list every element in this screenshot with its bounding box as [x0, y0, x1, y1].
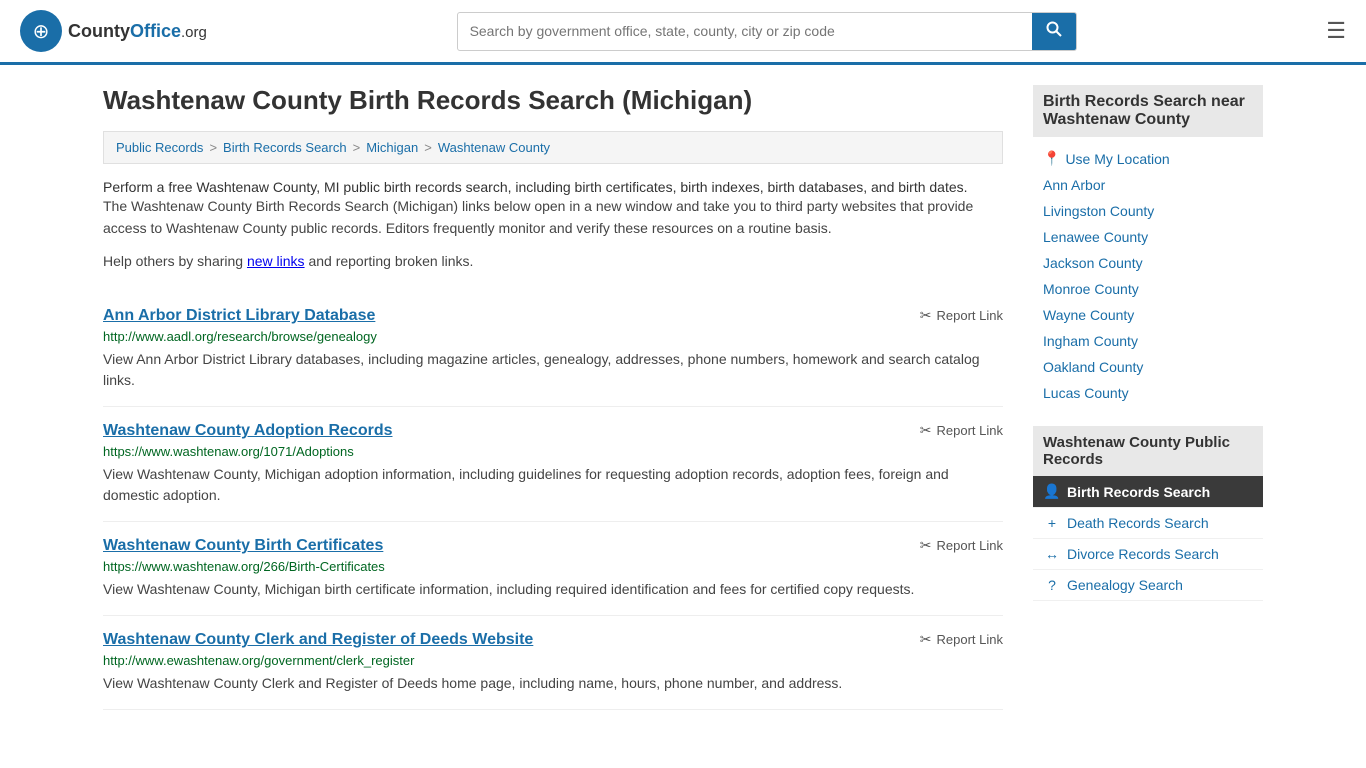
result-desc-1: View Washtenaw County, Michigan adoption… [103, 464, 1003, 506]
result-item: Washtenaw County Birth Certificates ✂ Re… [103, 522, 1003, 616]
result-title-2[interactable]: Washtenaw County Birth Certificates [103, 537, 383, 555]
public-item-label-2: Divorce Records Search [1067, 546, 1219, 562]
result-desc-2: View Washtenaw County, Michigan birth ce… [103, 579, 1003, 600]
help-text-suffix: and reporting broken links. [305, 253, 474, 269]
intro-paragraph-1: Perform a free Washtenaw County, MI publ… [103, 179, 1003, 195]
sidebar-nearby-link-0[interactable]: Ann Arbor [1033, 172, 1263, 198]
breadcrumb-public-records[interactable]: Public Records [116, 140, 203, 155]
sidebar-nearby-link-6[interactable]: Ingham County [1033, 328, 1263, 354]
sidebar-nearby-link-5[interactable]: Wayne County [1033, 302, 1263, 328]
sidebar-nearby-link-1[interactable]: Livingston County [1033, 198, 1263, 224]
report-icon-2: ✂ [920, 537, 932, 554]
sidebar-nearby-link-4[interactable]: Monroe County [1033, 276, 1263, 302]
sidebar-public-item-0[interactable]: 👤 Birth Records Search [1033, 476, 1263, 508]
public-records-list: 👤 Birth Records Search + Death Records Sear… [1033, 476, 1263, 601]
result-item: Washtenaw County Adoption Records ✂ Repo… [103, 407, 1003, 522]
breadcrumb-sep-2: > [353, 140, 361, 155]
breadcrumb-washtenaw[interactable]: Washtenaw County [438, 140, 550, 155]
report-icon-0: ✂ [920, 307, 932, 324]
public-item-icon-1: + [1043, 515, 1061, 531]
breadcrumb-michigan[interactable]: Michigan [366, 140, 418, 155]
result-title-0[interactable]: Ann Arbor District Library Database [103, 307, 375, 325]
public-item-label-0: Birth Records Search [1067, 484, 1210, 500]
result-header: Washtenaw County Clerk and Register of D… [103, 631, 1003, 649]
new-links-link[interactable]: new links [247, 253, 305, 269]
report-icon-3: ✂ [920, 631, 932, 648]
search-button[interactable] [1032, 13, 1076, 50]
breadcrumb-birth-records[interactable]: Birth Records Search [223, 140, 347, 155]
main-content: Washtenaw County Birth Records Search (M… [103, 85, 1003, 710]
header: ⊕ CountyOffice.org ☰ [0, 0, 1366, 65]
result-header: Washtenaw County Adoption Records ✂ Repo… [103, 422, 1003, 440]
result-url-2[interactable]: https://www.washtenaw.org/266/Birth-Cert… [103, 559, 1003, 574]
sidebar-public-records-heading: Washtenaw County Public Records [1033, 426, 1263, 476]
report-label-3: Report Link [937, 632, 1003, 647]
breadcrumb-sep-3: > [424, 140, 432, 155]
menu-icon[interactable]: ☰ [1326, 18, 1346, 44]
sidebar-public-records-section: Washtenaw County Public Records 👤 Birth R… [1033, 426, 1263, 601]
results-list: Ann Arbor District Library Database ✂ Re… [103, 292, 1003, 710]
public-item-label-3: Genealogy Search [1067, 577, 1183, 593]
sidebar-nearby-link-7[interactable]: Oakland County [1033, 354, 1263, 380]
result-title-1[interactable]: Washtenaw County Adoption Records [103, 422, 392, 440]
sidebar: Birth Records Search near Washtenaw Coun… [1033, 85, 1263, 710]
report-link-2[interactable]: ✂ Report Link [920, 537, 1003, 554]
help-paragraph: Help others by sharing new links and rep… [103, 250, 1003, 272]
report-link-3[interactable]: ✂ Report Link [920, 631, 1003, 648]
public-item-icon-3: ? [1043, 577, 1061, 593]
sidebar-nearby-link-2[interactable]: Lenawee County [1033, 224, 1263, 250]
nearby-links-list: Ann ArborLivingston CountyLenawee County… [1033, 172, 1263, 406]
sidebar-public-item-3[interactable]: ? Genealogy Search [1033, 570, 1263, 601]
report-label-1: Report Link [937, 423, 1003, 438]
logo-icon: ⊕ [20, 10, 62, 52]
public-item-icon-2: ↔ [1043, 546, 1061, 562]
location-icon: 📍 [1043, 150, 1060, 167]
result-desc-3: View Washtenaw County Clerk and Register… [103, 673, 1003, 694]
sidebar-nearby-link-8[interactable]: Lucas County [1033, 380, 1263, 406]
result-item: Ann Arbor District Library Database ✂ Re… [103, 292, 1003, 407]
content-wrapper: Washtenaw County Birth Records Search (M… [83, 65, 1283, 730]
result-url-3[interactable]: http://www.ewashtenaw.org/government/cle… [103, 653, 1003, 668]
result-header: Ann Arbor District Library Database ✂ Re… [103, 307, 1003, 325]
page-title: Washtenaw County Birth Records Search (M… [103, 85, 1003, 116]
result-title-3[interactable]: Washtenaw County Clerk and Register of D… [103, 631, 533, 649]
public-item-label-1: Death Records Search [1067, 515, 1209, 531]
intro-paragraph-2: The Washtenaw County Birth Records Searc… [103, 195, 1003, 240]
breadcrumb-sep-1: > [209, 140, 217, 155]
result-item: Washtenaw County Clerk and Register of D… [103, 616, 1003, 710]
help-text-prefix: Help others by sharing [103, 253, 247, 269]
result-url-1[interactable]: https://www.washtenaw.org/1071/Adoptions [103, 444, 1003, 459]
use-location-label: Use My Location [1065, 151, 1169, 167]
search-input[interactable] [458, 15, 1032, 47]
report-link-0[interactable]: ✂ Report Link [920, 307, 1003, 324]
sidebar-public-item-1[interactable]: + Death Records Search [1033, 508, 1263, 539]
report-label-0: Report Link [937, 308, 1003, 323]
breadcrumb: Public Records > Birth Records Search > … [103, 131, 1003, 164]
logo-text: CountyOffice.org [68, 21, 207, 42]
sidebar-public-item-2[interactable]: ↔ Divorce Records Search [1033, 539, 1263, 570]
result-header: Washtenaw County Birth Certificates ✂ Re… [103, 537, 1003, 555]
report-icon-1: ✂ [920, 422, 932, 439]
public-item-icon-0: 👤 [1043, 483, 1061, 500]
result-url-0[interactable]: http://www.aadl.org/research/browse/gene… [103, 329, 1003, 344]
sidebar-nearby-section: Birth Records Search near Washtenaw Coun… [1033, 85, 1263, 406]
result-desc-0: View Ann Arbor District Library database… [103, 349, 1003, 391]
sidebar-nearby-link-3[interactable]: Jackson County [1033, 250, 1263, 276]
report-label-2: Report Link [937, 538, 1003, 553]
use-location-button[interactable]: 📍 Use My Location [1033, 145, 1263, 172]
sidebar-nearby-heading: Birth Records Search near Washtenaw Coun… [1033, 85, 1263, 137]
report-link-1[interactable]: ✂ Report Link [920, 422, 1003, 439]
search-bar [457, 12, 1077, 51]
logo-area: ⊕ CountyOffice.org [20, 10, 207, 52]
